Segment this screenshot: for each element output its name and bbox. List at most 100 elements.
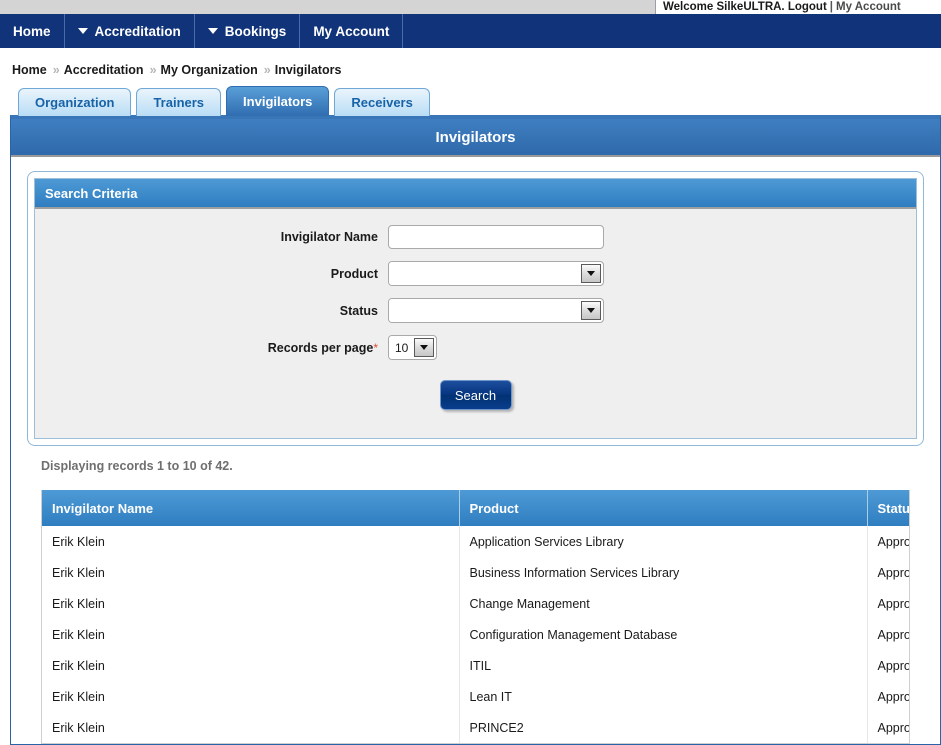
breadcrumb-separator-icon: » (149, 63, 157, 77)
cell-product: Application Services Library (459, 526, 868, 557)
search-criteria-header: Search Criteria (35, 179, 916, 209)
search-criteria-title: Search Criteria (45, 185, 138, 201)
results-table-body: Erik Klein Application Services Library … (42, 526, 909, 743)
cell-invigilator-name: Erik Klein (42, 712, 460, 743)
records-per-page-control: 10 (388, 335, 437, 360)
chevron-down-icon (207, 28, 218, 34)
search-button-row: Search (35, 372, 916, 424)
column-header-status[interactable]: Status (867, 490, 917, 526)
breadcrumb-separator-icon: » (52, 63, 60, 77)
breadcrumb-separator-icon: » (263, 63, 271, 77)
status-selected-value (389, 299, 581, 322)
required-marker-icon: * (373, 340, 378, 355)
product-select[interactable] (388, 261, 604, 286)
page-title: Invigilators (435, 128, 516, 146)
chevron-down-icon (77, 28, 88, 34)
tab-organization[interactable]: Organization (18, 88, 132, 116)
breadcrumb-item-accreditation[interactable]: Accreditation (64, 63, 144, 77)
results-table-wrapper: Invigilator Name Product Status Erik Kle… (41, 490, 917, 744)
panel-body: Search Criteria Invigilator Name Product (11, 157, 940, 744)
cell-status: Approved (867, 588, 909, 619)
nav-item-label: Accreditation (94, 23, 181, 39)
nav-item-label: Bookings (224, 23, 287, 39)
cell-invigilator-name: Erik Klein (42, 619, 460, 650)
cell-invigilator-name: Erik Klein (42, 557, 460, 588)
breadcrumb: Home » Accreditation » My Organization »… (12, 60, 341, 80)
search-criteria-inner: Search Criteria Invigilator Name Product (34, 178, 917, 439)
product-selected-value (389, 262, 581, 285)
cell-product: PRINCE2 (459, 712, 868, 743)
field-row-invigilator-name: Invigilator Name (35, 225, 916, 249)
cell-product: Business Information Services Library (459, 557, 868, 588)
records-per-page-dropdown-button[interactable] (414, 338, 434, 357)
cell-product: ITIL (459, 650, 868, 681)
cell-product: Configuration Management Database (459, 619, 868, 650)
records-per-page-label: Records per page* (35, 341, 388, 355)
nav-item-label: My Account (313, 23, 390, 39)
table-row[interactable]: Erik Klein ITIL Approved (42, 650, 909, 681)
breadcrumb-item-my-organization[interactable]: My Organization (161, 63, 258, 77)
breadcrumb-item-home[interactable]: Home (12, 63, 47, 77)
table-row[interactable]: Erik Klein Business Information Services… (42, 557, 909, 588)
breadcrumb-item-invigilators[interactable]: Invigilators (275, 63, 342, 77)
tab-label: Trainers (153, 95, 205, 110)
product-control (388, 261, 604, 286)
status-select[interactable] (388, 298, 604, 323)
search-criteria-fields: Invigilator Name Product Status Records … (35, 209, 916, 438)
results-table: Invigilator Name Product Status Erik Kle… (42, 490, 917, 743)
records-per-page-label-text: Records per page (267, 340, 374, 355)
search-button[interactable]: Search (439, 380, 512, 410)
records-per-page-selected-value: 10 (389, 336, 414, 359)
nav-item-accreditation[interactable]: Accreditation (65, 14, 195, 48)
table-header-row: Invigilator Name Product Status (42, 490, 917, 526)
nav-item-home[interactable]: Home (0, 14, 65, 48)
main-navigation-bar: Home Accreditation Bookings My Account (0, 14, 941, 48)
tab-label: Invigilators (243, 94, 313, 109)
column-header-invigilator-name[interactable]: Invigilator Name (42, 490, 460, 526)
column-header-product[interactable]: Product (459, 490, 868, 526)
records-info-text: Displaying records 1 to 10 of 42. (41, 459, 233, 473)
cell-status: Approved (867, 619, 909, 650)
nav-item-label: Home (13, 23, 51, 39)
field-row-status: Status (35, 298, 916, 323)
welcome-message: Welcome SilkeULTRA. Logout (663, 1, 827, 13)
tab-bar: Organization Trainers Invigilators Recei… (18, 86, 435, 116)
welcome-separator: | (829, 1, 833, 13)
table-row[interactable]: Erik Klein Application Services Library … (42, 526, 909, 557)
chevron-down-icon (587, 271, 595, 276)
cell-status: Approved (867, 557, 909, 588)
tab-receivers[interactable]: Receivers (334, 88, 430, 116)
cell-status: Approved (867, 526, 909, 557)
field-row-product: Product (35, 261, 916, 286)
status-dropdown-button[interactable] (581, 301, 601, 320)
invigilator-name-input[interactable] (388, 225, 604, 249)
chevron-down-icon (420, 345, 428, 350)
table-row[interactable]: Erik Klein Lean IT Approved (42, 681, 909, 712)
invigilator-name-label: Invigilator Name (280, 230, 378, 244)
status-control (388, 298, 604, 323)
table-row[interactable]: Erik Klein Configuration Management Data… (42, 619, 909, 650)
records-per-page-select[interactable]: 10 (388, 335, 437, 360)
nav-item-bookings[interactable]: Bookings (195, 14, 301, 48)
cell-invigilator-name: Erik Klein (42, 588, 460, 619)
search-criteria-panel: Search Criteria Invigilator Name Product (27, 171, 924, 446)
results-table-head: Invigilator Name Product Status (42, 490, 917, 526)
my-account-link[interactable]: My Account (836, 0, 901, 14)
nav-item-my-account[interactable]: My Account (300, 14, 404, 48)
table-row[interactable]: Erik Klein PRINCE2 Approved (42, 712, 909, 743)
table-row[interactable]: Erik Klein Change Management Approved (42, 588, 909, 619)
tab-invigilators[interactable]: Invigilators (226, 86, 330, 116)
cell-invigilator-name: Erik Klein (42, 650, 460, 681)
main-panel: Invigilators Search Criteria Invigilator… (10, 115, 941, 745)
cell-product: Lean IT (459, 681, 868, 712)
chevron-down-icon (587, 308, 595, 313)
cell-invigilator-name: Erik Klein (42, 526, 460, 557)
tab-label: Receivers (351, 95, 413, 110)
tab-trainers[interactable]: Trainers (136, 88, 222, 116)
welcome-bar: Welcome SilkeULTRA. Logout | My Account (655, 0, 941, 14)
cell-status: Approved (867, 650, 909, 681)
cell-status: Approved (867, 712, 909, 743)
product-dropdown-button[interactable] (581, 264, 601, 283)
cell-invigilator-name: Erik Klein (42, 681, 460, 712)
cell-status: Approved (867, 681, 909, 712)
